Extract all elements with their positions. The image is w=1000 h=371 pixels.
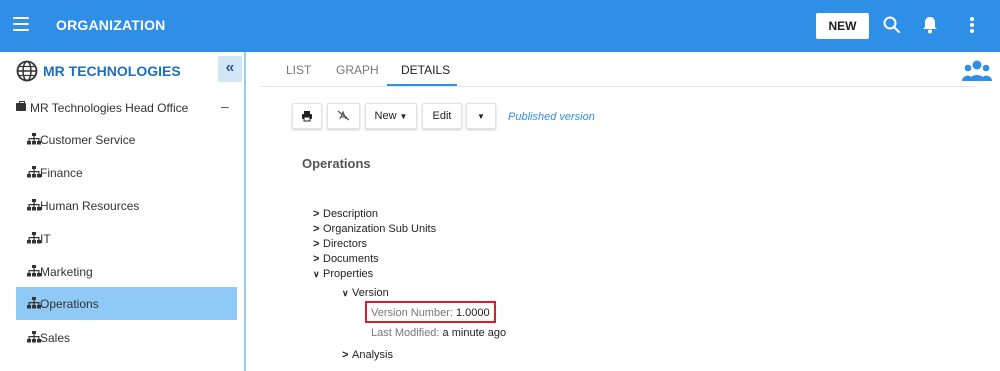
edit-button[interactable]: Edit xyxy=(422,103,462,129)
sidebar-item-operations[interactable]: Operations xyxy=(16,287,237,320)
more-vert-icon[interactable] xyxy=(961,14,983,36)
sidebar-item-sales[interactable]: Sales xyxy=(16,322,237,352)
sitemap-icon xyxy=(27,166,41,178)
details-item-label: Analysis xyxy=(352,349,393,361)
users-group-icon[interactable] xyxy=(962,57,992,87)
sidebar-item-label: Finance xyxy=(40,166,83,180)
sidebar-item-human-resources[interactable]: Human Resources xyxy=(16,190,237,220)
new-dropdown-label: New xyxy=(374,110,397,122)
sitemap-icon xyxy=(27,331,41,343)
details-item-label: Version xyxy=(352,287,389,299)
details-title: Operations xyxy=(302,156,371,171)
sidebar-item-label: Customer Service xyxy=(40,133,136,147)
details-item-analysis[interactable]: > Analysis xyxy=(342,349,393,363)
collapse-sidebar-button[interactable]: « xyxy=(218,56,242,82)
sitemap-icon xyxy=(27,232,41,244)
last-modified-value: a minute ago xyxy=(442,327,507,339)
sidebar-item-customer-service[interactable]: Customer Service xyxy=(16,124,237,154)
tab-graph[interactable]: GRAPH xyxy=(336,63,379,77)
sidebar-item-marketing[interactable]: Marketing xyxy=(16,256,237,286)
new-button[interactable]: NEW xyxy=(816,13,869,39)
new-dropdown-button[interactable]: New ▼ xyxy=(365,103,417,129)
sidebar-item-it[interactable]: IT xyxy=(16,223,237,253)
sitemap-icon xyxy=(27,133,41,145)
sidebar-item-finance[interactable]: Finance xyxy=(16,157,237,187)
caret-down-icon: ▼ xyxy=(399,112,408,121)
hamburger-menu-icon[interactable] xyxy=(13,17,29,31)
chevron-right-icon: > xyxy=(342,349,349,361)
unpublish-button[interactable] xyxy=(327,103,360,129)
details-item-label: Organization Sub Units xyxy=(323,223,437,235)
details-item-documents[interactable]: > Documents xyxy=(313,253,379,267)
chevron-down-icon: ∨ xyxy=(313,269,320,279)
details-item-directors[interactable]: > Directors xyxy=(313,238,367,252)
details-item-sub-units[interactable]: > Organization Sub Units xyxy=(313,223,436,237)
details-item-properties[interactable]: ∨ Properties xyxy=(313,268,373,282)
org-name: MR TECHNOLOGIES xyxy=(43,63,181,79)
publish-status: Published version xyxy=(508,111,595,123)
chevron-down-icon: ∨ xyxy=(342,288,349,298)
print-icon xyxy=(302,111,312,122)
details-item-description[interactable]: > Description xyxy=(313,208,378,222)
org-sidebar: MR TECHNOLOGIES « MR Technologies Head O… xyxy=(0,52,246,371)
page-title: ORGANIZATION xyxy=(56,17,166,33)
details-item-label: Directors xyxy=(323,238,368,250)
sidebar-item-label: Marketing xyxy=(40,265,93,279)
sidebar-item-label: Sales xyxy=(40,331,71,345)
details-item-label: Properties xyxy=(323,268,374,280)
search-icon[interactable] xyxy=(881,14,903,36)
top-app-bar: ORGANIZATION NEW xyxy=(0,0,1000,52)
org-header: MR TECHNOLOGIES xyxy=(0,52,218,88)
sitemap-icon xyxy=(27,297,41,309)
tab-list[interactable]: LIST xyxy=(286,63,311,77)
details-item-label: Description xyxy=(323,208,379,220)
details-item-version[interactable]: ∨ Version xyxy=(342,287,389,301)
briefcase-icon xyxy=(16,101,26,111)
sidebar-item-label: Operations xyxy=(40,297,99,311)
tab-details[interactable]: DETAILS xyxy=(401,63,450,77)
details-item-label: Documents xyxy=(323,253,379,265)
sidebar-item-label: IT xyxy=(40,232,51,246)
tree-root-label: MR Technologies Head Office xyxy=(30,101,189,115)
bell-icon[interactable] xyxy=(919,14,941,36)
caret-down-icon: ▼ xyxy=(477,112,485,121)
last-modified-label: Last Modified: xyxy=(371,327,440,339)
chevron-right-icon: > xyxy=(313,238,320,250)
sitemap-icon xyxy=(27,265,41,277)
highlight-box xyxy=(365,301,496,323)
chevron-right-icon: > xyxy=(313,253,320,265)
tabs-divider xyxy=(260,86,975,87)
unpublish-icon xyxy=(337,110,350,121)
sidebar-item-label: Human Resources xyxy=(40,199,140,213)
chevron-right-icon: > xyxy=(313,208,320,220)
tree-root-item[interactable]: MR Technologies Head Office – xyxy=(0,92,244,122)
last-modified-property: Last Modified: a minute ago xyxy=(371,327,506,339)
collapse-toggle[interactable]: – xyxy=(221,98,229,114)
edit-options-dropdown[interactable]: ▼ xyxy=(466,103,496,129)
print-button[interactable] xyxy=(292,103,322,129)
globe-icon xyxy=(16,60,38,82)
sitemap-icon xyxy=(27,199,41,211)
chevron-right-icon: > xyxy=(313,223,320,235)
